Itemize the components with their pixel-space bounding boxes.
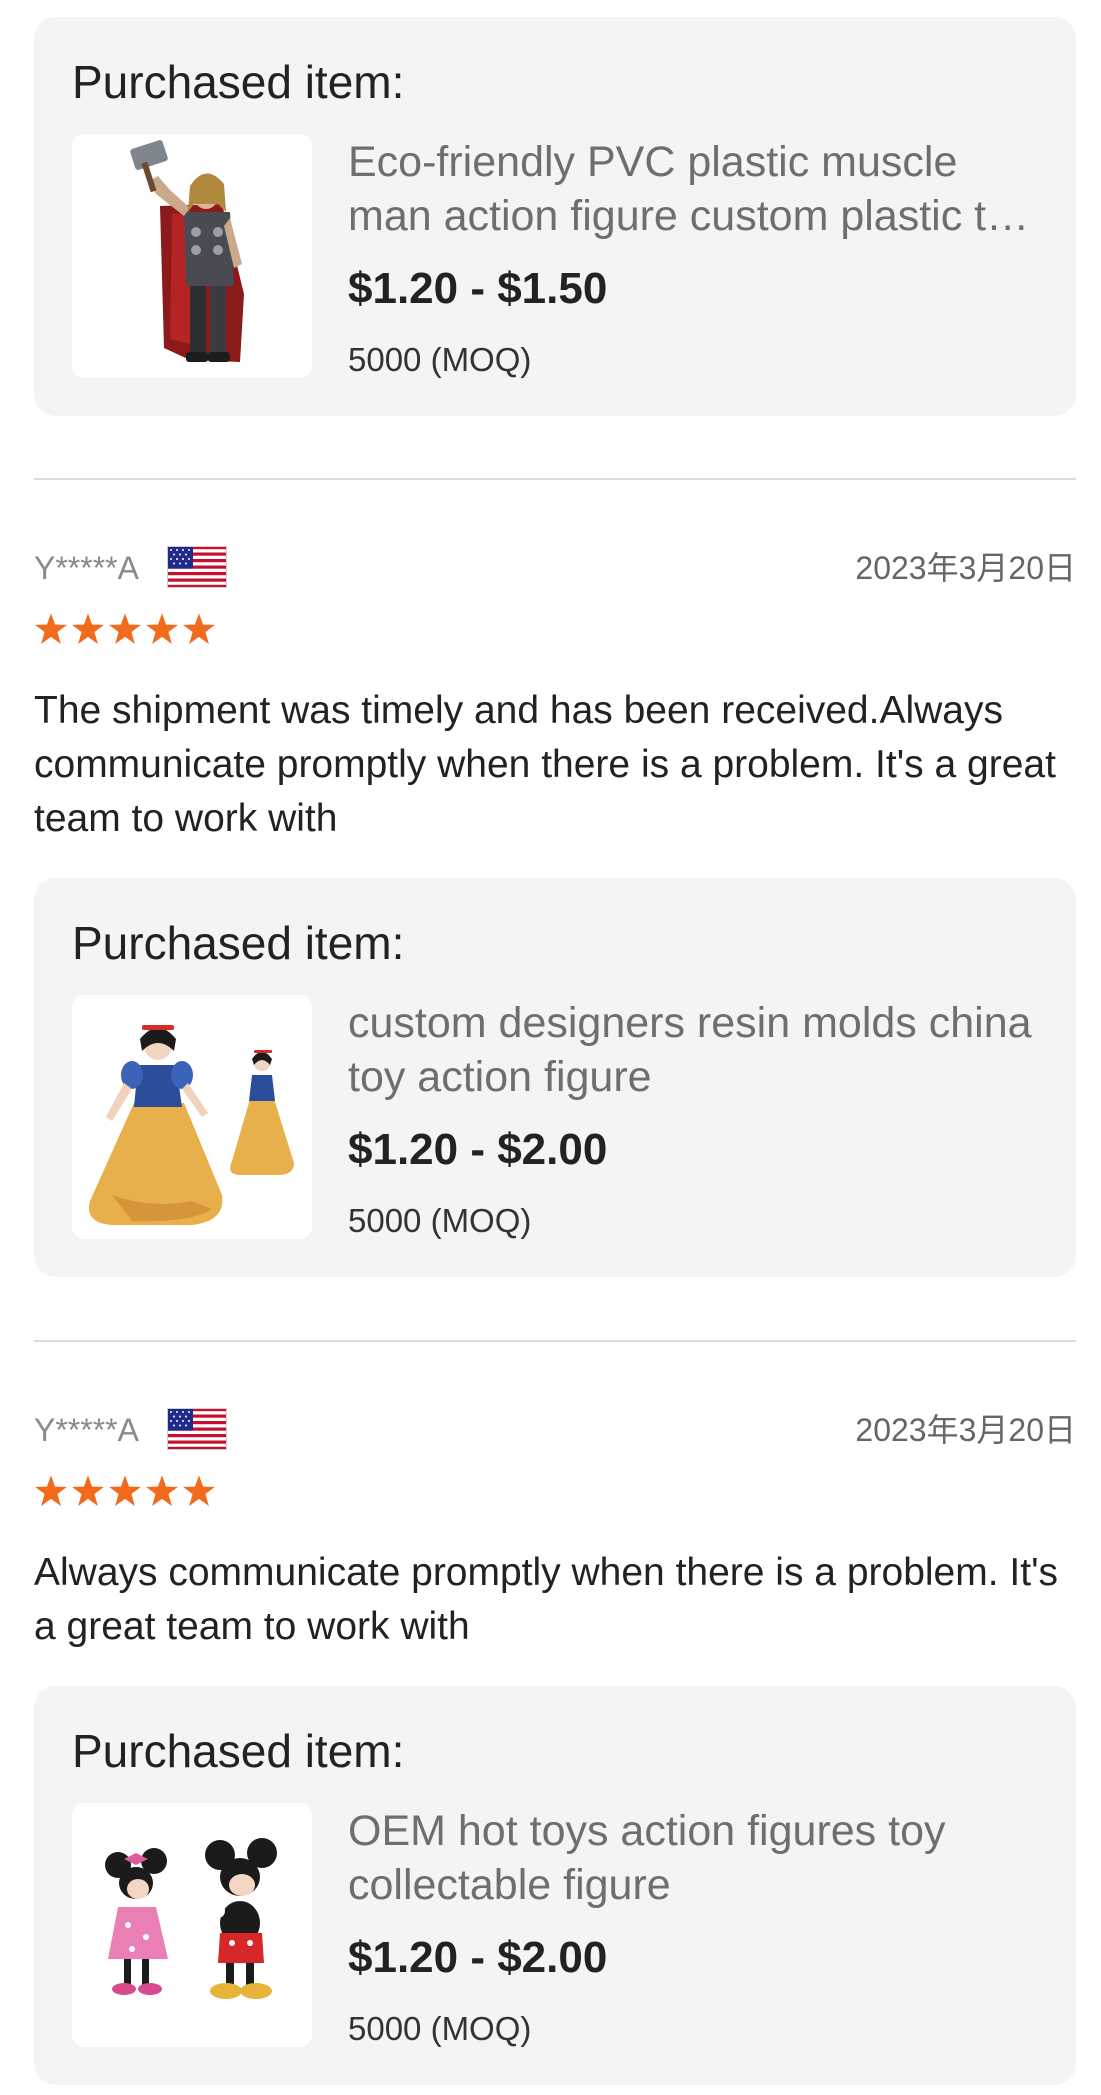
purchased-item-card[interactable]: Purchased item: custom designers resin m… bbox=[34, 878, 1076, 1277]
item-price: $1.20 - $2.00 bbox=[348, 1125, 608, 1174]
us-flag-icon bbox=[167, 1408, 227, 1450]
item-name[interactable]: custom designers resin molds china toy a… bbox=[348, 996, 1048, 1104]
star-icon bbox=[182, 612, 216, 646]
item-moq: 5000 (MOQ) bbox=[348, 341, 532, 378]
item-name[interactable]: Eco-friendly PVC plastic muscle man acti… bbox=[348, 135, 1048, 243]
princess-figure-icon bbox=[88, 1025, 294, 1225]
mouse-figures-icon bbox=[105, 1838, 277, 1999]
review-text: Always communicate promptly when there i… bbox=[34, 1551, 1059, 1648]
star-icon bbox=[34, 612, 68, 646]
star-icon bbox=[145, 1474, 179, 1508]
star-rating bbox=[34, 1474, 216, 1508]
reviewer-name: Y*****A bbox=[34, 550, 139, 586]
purchased-item-label: Purchased item: bbox=[72, 56, 405, 108]
divider bbox=[34, 478, 1076, 480]
reviewer-name: Y*****A bbox=[34, 1412, 139, 1448]
star-icon bbox=[182, 1474, 216, 1508]
review-date: 2023年3月20日 bbox=[855, 1412, 1076, 1448]
purchased-item-label: Purchased item: bbox=[72, 1725, 405, 1777]
hero-figure-icon bbox=[130, 140, 244, 362]
product-image[interactable] bbox=[72, 995, 312, 1239]
review-date: 2023年3月20日 bbox=[855, 550, 1076, 586]
divider bbox=[34, 1340, 1076, 1342]
product-image[interactable] bbox=[72, 1803, 312, 2047]
item-moq: 5000 (MOQ) bbox=[348, 1202, 532, 1239]
review: Y*****A 2023年3月20日 The shipment was time… bbox=[0, 550, 1101, 840]
star-icon bbox=[108, 612, 142, 646]
purchased-item-card[interactable]: Purchased item: OEM hot toys action figu… bbox=[34, 1686, 1076, 2085]
star-icon bbox=[108, 1474, 142, 1508]
star-icon bbox=[71, 1474, 105, 1508]
product-image[interactable] bbox=[72, 134, 312, 378]
star-icon bbox=[34, 1474, 68, 1508]
us-flag-icon bbox=[167, 546, 227, 588]
item-moq: 5000 (MOQ) bbox=[348, 2010, 532, 2047]
star-icon bbox=[145, 612, 179, 646]
purchased-item-card[interactable]: Purchased item: Eco-friendly PVC plastic… bbox=[34, 17, 1076, 416]
item-name[interactable]: OEM hot toys action figures toy collecta… bbox=[348, 1804, 1048, 1912]
item-price: $1.20 - $1.50 bbox=[348, 264, 608, 313]
item-price: $1.20 - $2.00 bbox=[348, 1933, 608, 1982]
review: Y*****A 2023年3月20日 Always communicate pr… bbox=[0, 1412, 1101, 1648]
review-text: The shipment was timely and has been rec… bbox=[34, 689, 1056, 840]
star-icon bbox=[71, 612, 105, 646]
purchased-item-label: Purchased item: bbox=[72, 917, 405, 969]
star-rating bbox=[34, 612, 216, 646]
